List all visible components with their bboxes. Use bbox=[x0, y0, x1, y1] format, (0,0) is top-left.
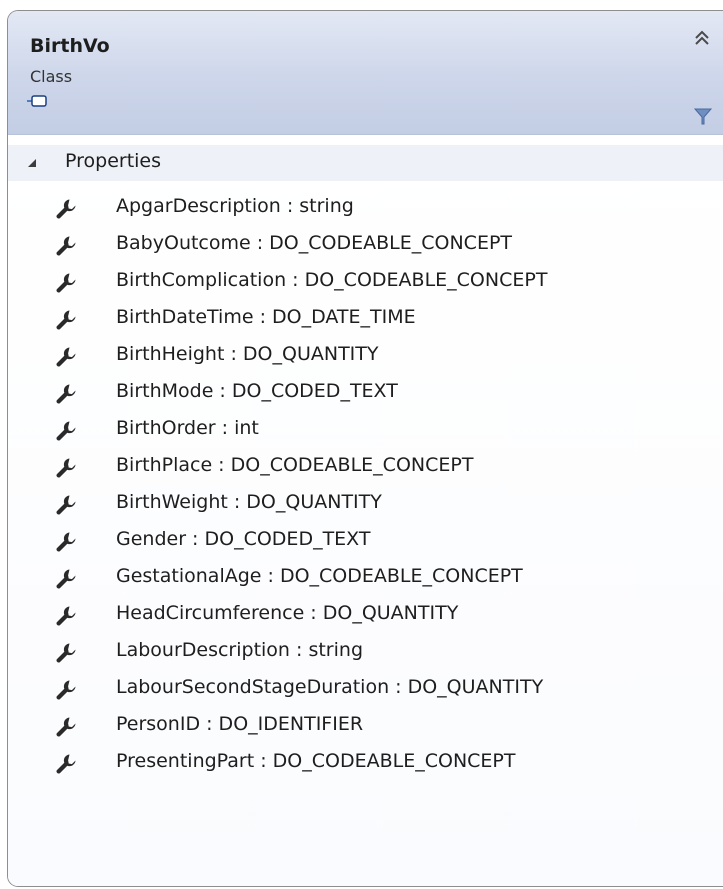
property-item[interactable]: BirthMode : DO_CODED_TEXT bbox=[8, 378, 723, 415]
property-label: BirthWeight : DO_QUANTITY bbox=[116, 491, 382, 513]
wrench-icon bbox=[55, 198, 77, 220]
property-item[interactable]: BirthPlace : DO_CODEABLE_CONCEPT bbox=[8, 452, 723, 489]
property-item[interactable]: LabourSecondStageDuration : DO_QUANTITY bbox=[8, 674, 723, 711]
wrench-icon bbox=[55, 753, 77, 775]
property-label: ApgarDescription : string bbox=[116, 195, 354, 217]
property-label: BirthMode : DO_CODED_TEXT bbox=[116, 380, 398, 402]
property-item[interactable]: BirthOrder : int bbox=[8, 415, 723, 452]
property-label: GestationalAge : DO_CODEABLE_CONCEPT bbox=[116, 565, 523, 587]
property-label: LabourSecondStageDuration : DO_QUANTITY bbox=[116, 676, 544, 698]
property-item[interactable]: BabyOutcome : DO_CODEABLE_CONCEPT bbox=[8, 230, 723, 267]
property-label: BirthPlace : DO_CODEABLE_CONCEPT bbox=[116, 454, 474, 476]
wrench-icon bbox=[55, 679, 77, 701]
wrench-icon bbox=[55, 235, 77, 257]
property-item[interactable]: BirthComplication : DO_CODEABLE_CONCEPT bbox=[8, 267, 723, 304]
property-item[interactable]: BirthHeight : DO_QUANTITY bbox=[8, 341, 723, 378]
class-name: BirthVo bbox=[30, 35, 110, 57]
property-item[interactable]: BirthWeight : DO_QUANTITY bbox=[8, 489, 723, 526]
wrench-icon bbox=[55, 383, 77, 405]
properties-list: ApgarDescription : string BabyOutcome : D… bbox=[8, 193, 723, 785]
property-label: BirthComplication : DO_CODEABLE_CONCEPT bbox=[116, 269, 548, 291]
properties-section-header[interactable]: Properties bbox=[8, 145, 723, 181]
toggle-switch-icon[interactable] bbox=[26, 94, 48, 108]
property-item[interactable]: ApgarDescription : string bbox=[8, 193, 723, 230]
property-item[interactable]: HeadCircumference : DO_QUANTITY bbox=[8, 600, 723, 637]
property-label: HeadCircumference : DO_QUANTITY bbox=[116, 602, 459, 624]
wrench-icon bbox=[55, 494, 77, 516]
property-item[interactable]: BirthDateTime : DO_DATE_TIME bbox=[8, 304, 723, 341]
property-item[interactable]: PresentingPart : DO_CODEABLE_CONCEPT bbox=[8, 748, 723, 785]
wrench-icon bbox=[55, 420, 77, 442]
class-shape[interactable]: BirthVo Class Properties ApgarDescriptio… bbox=[7, 10, 723, 887]
property-item[interactable]: GestationalAge : DO_CODEABLE_CONCEPT bbox=[8, 563, 723, 600]
wrench-icon bbox=[55, 346, 77, 368]
property-label: BirthDateTime : DO_DATE_TIME bbox=[116, 306, 416, 328]
property-label: BirthOrder : int bbox=[116, 417, 259, 439]
class-kind-label: Class bbox=[30, 67, 73, 86]
property-item[interactable]: LabourDescription : string bbox=[8, 637, 723, 674]
wrench-icon bbox=[55, 272, 77, 294]
property-label: Gender : DO_CODED_TEXT bbox=[116, 528, 371, 550]
properties-compartment: Properties ApgarDescription : string Baby… bbox=[8, 135, 723, 886]
property-label: BirthHeight : DO_QUANTITY bbox=[116, 343, 379, 365]
wrench-icon bbox=[55, 716, 77, 738]
class-header: BirthVo Class bbox=[8, 11, 723, 135]
wrench-icon bbox=[55, 457, 77, 479]
double-chevron-up-icon[interactable] bbox=[691, 27, 713, 49]
property-label: PresentingPart : DO_CODEABLE_CONCEPT bbox=[116, 750, 516, 772]
property-item[interactable]: Gender : DO_CODED_TEXT bbox=[8, 526, 723, 563]
filter-funnel-icon[interactable] bbox=[693, 106, 713, 126]
wrench-icon bbox=[55, 309, 77, 331]
wrench-icon bbox=[55, 642, 77, 664]
properties-section-label: Properties bbox=[65, 150, 162, 172]
property-label: PersonID : DO_IDENTIFIER bbox=[116, 713, 364, 735]
triangle-down-icon[interactable] bbox=[26, 157, 38, 169]
property-label: LabourDescription : string bbox=[116, 639, 363, 661]
property-label: BabyOutcome : DO_CODEABLE_CONCEPT bbox=[116, 232, 513, 254]
wrench-icon bbox=[55, 568, 77, 590]
wrench-icon bbox=[55, 605, 77, 627]
property-item[interactable]: PersonID : DO_IDENTIFIER bbox=[8, 711, 723, 748]
wrench-icon bbox=[55, 531, 77, 553]
